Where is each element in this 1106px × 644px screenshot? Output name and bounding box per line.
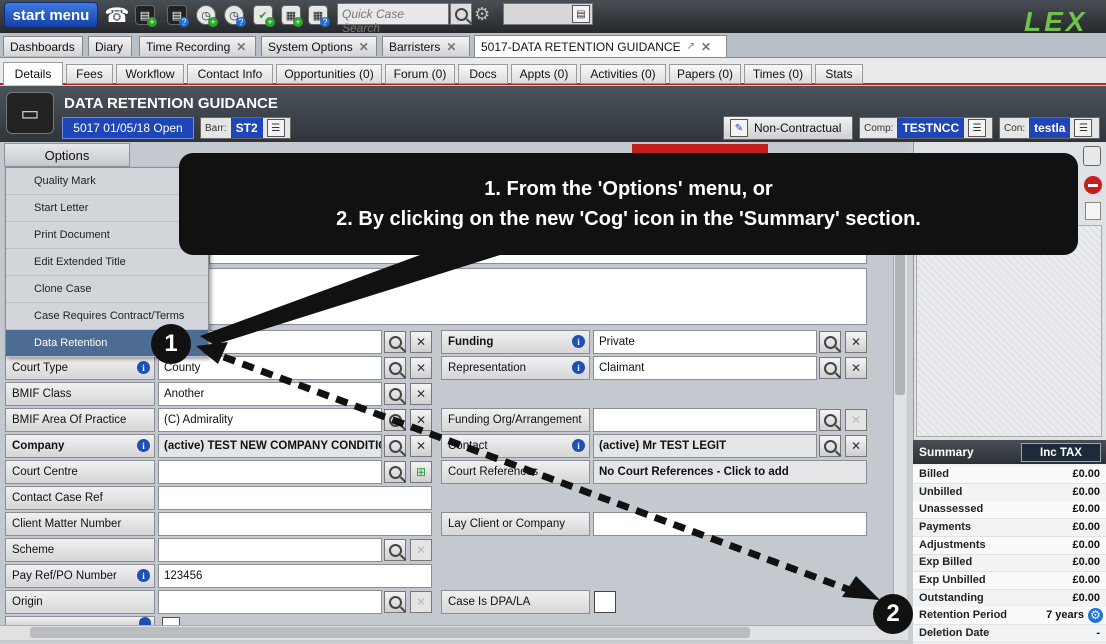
dotted-arrow bbox=[203, 346, 852, 594]
arrow-head-left bbox=[196, 342, 228, 364]
marker-2: 2 bbox=[873, 594, 913, 634]
marker-1: 1 bbox=[151, 324, 191, 364]
annotation-arrows bbox=[196, 255, 880, 600]
callout-pointer bbox=[200, 255, 500, 345]
